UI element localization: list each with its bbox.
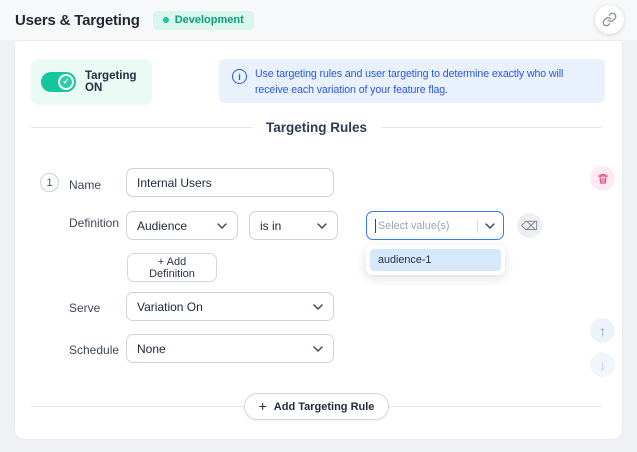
targeting-rules-heading-text: Targeting Rules xyxy=(266,120,367,135)
values-multiselect[interactable]: Select value(s) xyxy=(366,211,504,240)
environment-dot-icon xyxy=(163,17,169,23)
divider-line xyxy=(31,127,252,128)
schedule-select[interactable]: None xyxy=(126,334,334,363)
chevron-down-icon xyxy=(313,304,323,310)
dropdown-option[interactable]: audience-1 xyxy=(370,249,501,271)
add-targeting-rule-label: Add Targeting Rule xyxy=(274,401,375,413)
text-cursor xyxy=(375,219,376,233)
move-rule-down-button[interactable]: ↓ xyxy=(590,352,615,377)
targeting-toggle[interactable]: ✓ xyxy=(41,72,76,92)
operator-select[interactable]: is in xyxy=(249,211,338,240)
info-banner: i Use targeting rules and user targeting… xyxy=(219,59,605,103)
targeting-toggle-label: Targeting ON xyxy=(85,70,152,94)
arrow-down-icon: ↓ xyxy=(599,357,606,373)
rule-number-badge: 1 xyxy=(40,173,59,192)
divider-line xyxy=(31,406,244,407)
add-targeting-rule-button[interactable]: + Add Targeting Rule xyxy=(244,393,390,420)
targeting-toggle-container: ✓ Targeting ON xyxy=(31,59,152,105)
values-placeholder: Select value(s) xyxy=(378,220,473,232)
rule-name-input[interactable] xyxy=(126,168,334,197)
serve-label: Serve xyxy=(69,301,100,315)
info-icon: i xyxy=(232,69,247,84)
chevron-down-icon xyxy=(217,223,227,229)
copy-link-button[interactable] xyxy=(595,5,624,34)
check-icon: ✓ xyxy=(60,76,72,88)
schedule-label: Schedule xyxy=(69,343,119,357)
targeting-rules-heading: Targeting Rules xyxy=(31,120,602,135)
chevron-down-icon xyxy=(317,223,327,229)
info-banner-text: Use targeting rules and user targeting t… xyxy=(255,67,595,99)
chevron-down-icon xyxy=(485,223,495,229)
page-header: Users & Targeting Development xyxy=(0,0,637,40)
attribute-select[interactable]: Audience xyxy=(126,211,238,240)
divider-line xyxy=(389,406,602,407)
plus-icon: + xyxy=(259,398,267,414)
chevron-down-icon xyxy=(313,346,323,352)
clear-values-button[interactable]: ⌫ xyxy=(517,213,542,238)
move-rule-up-button[interactable]: ↑ xyxy=(590,318,615,343)
name-label: Name xyxy=(69,178,101,192)
attribute-select-value: Audience xyxy=(137,219,217,233)
divider-line xyxy=(477,219,478,233)
link-icon xyxy=(602,12,617,27)
operator-select-value: is in xyxy=(260,219,317,233)
targeting-card: ✓ Targeting ON i Use targeting rules and… xyxy=(14,40,623,440)
serve-select[interactable]: Variation On xyxy=(126,292,334,321)
toggle-knob: ✓ xyxy=(58,74,74,90)
serve-select-value: Variation On xyxy=(137,300,313,314)
schedule-select-value: None xyxy=(137,342,313,356)
add-rule-row: + Add Targeting Rule xyxy=(31,393,602,420)
add-definition-button[interactable]: + Add Definition xyxy=(127,253,217,282)
definition-label: Definition xyxy=(69,216,119,230)
delete-rule-button[interactable] xyxy=(590,166,615,191)
page-title: Users & Targeting xyxy=(15,12,140,29)
users-targeting-page: { "colors": { "accent_teal": "#16c79e", … xyxy=(0,0,637,452)
backspace-icon: ⌫ xyxy=(521,219,538,233)
trash-icon xyxy=(597,173,609,185)
environment-badge-label: Development xyxy=(175,15,244,26)
divider-line xyxy=(381,127,602,128)
environment-badge: Development xyxy=(153,11,254,30)
arrow-up-icon: ↑ xyxy=(599,323,606,339)
values-dropdown: audience-1 xyxy=(366,245,505,275)
